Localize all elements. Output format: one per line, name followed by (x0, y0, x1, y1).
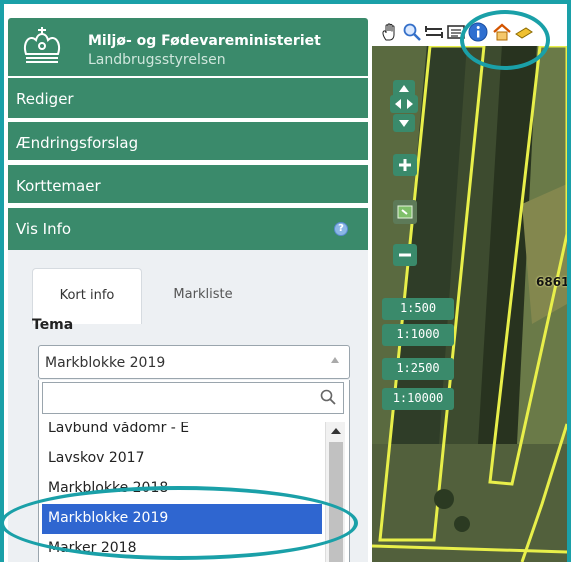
highlight-ring-info-tool (460, 10, 550, 70)
highlight-ring-selected-option (0, 486, 358, 560)
select-arrow-icon (331, 357, 339, 363)
tab-markliste[interactable]: Markliste (158, 268, 248, 324)
ministry-title: Miljø- og Fødevareministeriet (88, 33, 321, 49)
tab-kort-info[interactable]: Kort info (32, 268, 142, 324)
scroll-up-icon[interactable] (331, 428, 341, 434)
option-lavskov-2017[interactable]: Lavskov 2017 (42, 444, 322, 474)
scroll-thumb[interactable] (329, 442, 343, 562)
full-extent-button[interactable] (393, 200, 417, 224)
accordion-label: Ændringsforslag (16, 134, 139, 152)
zoom-out-button[interactable] (393, 244, 417, 266)
accordion-label: Rediger (16, 90, 74, 108)
app-header: Miljø- og Fødevareministeriet Landbrugss… (8, 18, 368, 76)
tema-select-value: Markblokke 2019 (45, 355, 166, 371)
accordion-vis-info[interactable]: Vis Info ? (8, 206, 368, 250)
zoom-icon[interactable] (402, 22, 422, 42)
accordion-label: Vis Info (16, 220, 72, 238)
help-icon[interactable]: ? (334, 222, 348, 236)
search-icon (320, 389, 336, 405)
pan-down-button[interactable] (393, 114, 415, 132)
pan-left-right-button[interactable] (390, 95, 418, 113)
tema-select[interactable]: Markblokke 2019 (38, 345, 350, 379)
zoom-in-button[interactable] (393, 154, 417, 176)
hand-pan-icon[interactable] (380, 22, 400, 42)
map-extent-icon (397, 205, 413, 219)
arrow-left-right-icon (395, 99, 413, 109)
scale-1-10000-button[interactable]: 1:10000 (382, 388, 454, 410)
crown-icon (24, 27, 60, 63)
accordion-aendringsforslag[interactable]: Ændringsforslag (8, 120, 368, 160)
dropdown-search (42, 382, 344, 414)
measure-icon[interactable] (424, 22, 444, 42)
search-input[interactable] (43, 383, 313, 413)
parcel-label: 68617 (536, 275, 571, 289)
tema-label: Tema (32, 317, 74, 333)
arrow-down-icon (399, 120, 409, 127)
scale-1-500-button[interactable]: 1:500 (382, 298, 454, 320)
option-lavbund[interactable]: Lavbund vådomr - E (42, 422, 322, 444)
agency-subtitle: Landbrugsstyrelsen (88, 52, 226, 68)
minus-icon (399, 253, 411, 257)
accordion-korttemaer[interactable]: Korttemaer (8, 163, 368, 203)
scale-1-1000-button[interactable]: 1:1000 (382, 324, 454, 346)
plus-icon (399, 159, 411, 171)
accordion-label: Korttemaer (16, 177, 101, 195)
scale-1-2500-button[interactable]: 1:2500 (382, 358, 454, 380)
accordion-rediger[interactable]: Rediger (8, 78, 368, 118)
side-panel: Miljø- og Fødevareministeriet Landbrugss… (4, 4, 372, 562)
